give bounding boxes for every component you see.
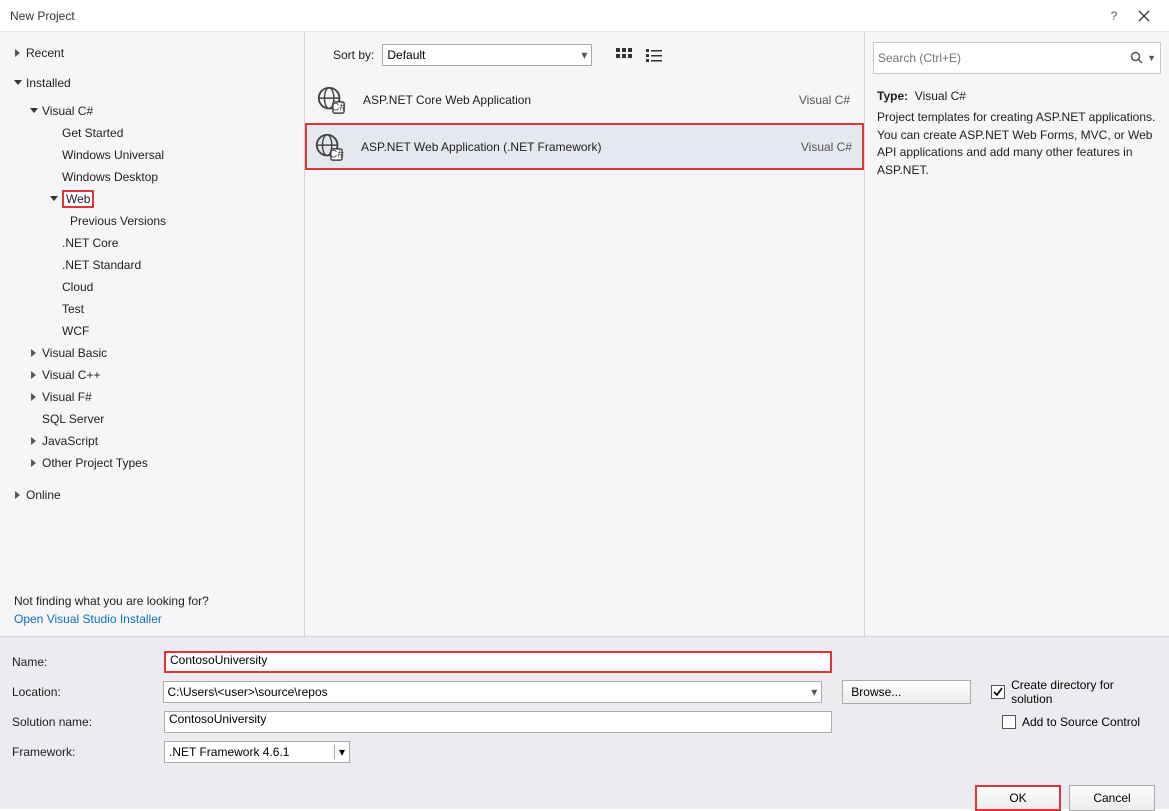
checkbox-unchecked-icon	[1002, 715, 1016, 729]
cancel-button[interactable]: Cancel	[1069, 785, 1155, 811]
tree-net-core[interactable]: .NET Core	[8, 232, 298, 254]
template-name: ASP.NET Web Application (.NET Framework)	[361, 140, 801, 154]
chevron-down-icon[interactable]: ▼	[1147, 53, 1156, 63]
template-lang: Visual C#	[799, 93, 850, 107]
tree-visual-cpp[interactable]: Visual C++	[8, 364, 298, 386]
chevron-right-icon	[28, 393, 40, 401]
tree-online[interactable]: Online	[8, 484, 298, 506]
sort-dropdown[interactable]: Default ▾	[382, 44, 592, 66]
location-label: Location:	[12, 685, 163, 699]
tree-get-started[interactable]: Get Started	[8, 122, 298, 144]
template-aspnet-framework[interactable]: C# ASP.NET Web Application (.NET Framewo…	[305, 123, 864, 170]
create-directory-label: Create directory for solution	[1011, 678, 1157, 706]
tree-previous-versions[interactable]: Previous Versions	[8, 210, 298, 232]
framework-dropdown[interactable]: .NET Framework 4.6.1 ▾	[164, 741, 350, 763]
globe-icon: C#	[315, 84, 347, 116]
tree-test[interactable]: Test	[8, 298, 298, 320]
name-input[interactable]: ContosoUniversity	[164, 651, 832, 673]
chevron-right-icon	[28, 437, 40, 445]
tree-net-standard[interactable]: .NET Standard	[8, 254, 298, 276]
tree-cloud[interactable]: Cloud	[8, 276, 298, 298]
close-icon	[1138, 10, 1150, 22]
tree-wcf[interactable]: WCF	[8, 320, 298, 342]
category-tree[interactable]: Recent Installed Visual C# Get Started W…	[8, 42, 298, 580]
chevron-right-icon	[12, 491, 24, 499]
tree-sql-server[interactable]: SQL Server	[8, 408, 298, 430]
tree-visual-basic[interactable]: Visual Basic	[8, 342, 298, 364]
tree-web[interactable]: Web	[8, 188, 298, 210]
tree-windows-desktop[interactable]: Windows Desktop	[8, 166, 298, 188]
chevron-down-icon	[12, 79, 24, 87]
tree-other-project-types[interactable]: Other Project Types	[8, 452, 298, 474]
tree-windows-universal[interactable]: Windows Universal	[8, 144, 298, 166]
chevron-right-icon	[28, 349, 40, 357]
template-name: ASP.NET Core Web Application	[363, 93, 799, 107]
tree-recent[interactable]: Recent	[8, 42, 298, 64]
not-finding-text: Not finding what you are looking for?	[14, 594, 292, 608]
add-source-control-label: Add to Source Control	[1022, 715, 1140, 729]
type-value: Visual C#	[915, 89, 966, 103]
template-description: Type: Visual C# Project templates for cr…	[865, 82, 1169, 185]
create-directory-checkbox[interactable]: Create directory for solution	[991, 678, 1157, 706]
ok-button[interactable]: OK	[975, 785, 1061, 811]
browse-button[interactable]: Browse...	[842, 680, 971, 704]
add-source-control-checkbox[interactable]: Add to Source Control	[1002, 715, 1140, 729]
globe-icon: C#	[313, 131, 345, 163]
chevron-down-icon[interactable]: ▾	[811, 685, 817, 699]
grid-icon	[616, 48, 632, 62]
chevron-down-icon	[28, 107, 40, 115]
solution-name-label: Solution name:	[12, 715, 164, 729]
view-medium-icons-button[interactable]	[612, 44, 636, 66]
template-aspnet-core[interactable]: C# ASP.NET Core Web Application Visual C…	[307, 76, 862, 123]
description-text: Project templates for creating ASP.NET a…	[877, 110, 1155, 176]
name-label: Name:	[12, 655, 164, 669]
search-input[interactable]	[878, 51, 1128, 65]
category-tree-pane: Recent Installed Visual C# Get Started W…	[0, 32, 305, 636]
chevron-down-icon[interactable]: ▾	[334, 745, 345, 759]
tree-javascript[interactable]: JavaScript	[8, 430, 298, 452]
checkbox-checked-icon	[991, 685, 1005, 699]
chevron-right-icon	[28, 459, 40, 467]
sort-by-label: Sort by:	[333, 48, 374, 62]
chevron-down-icon	[48, 195, 60, 203]
bottom-form: Name: ContosoUniversity Location: C:\Use…	[0, 637, 1169, 809]
location-input[interactable]: C:\Users\<user>\source\repos ▾	[163, 681, 823, 703]
list-icon	[646, 48, 662, 62]
help-button[interactable]: ?	[1099, 2, 1129, 30]
chevron-down-icon: ▾	[581, 48, 587, 62]
toolbar: Sort by: Default ▾	[305, 32, 864, 76]
tree-footer: Not finding what you are looking for? Op…	[8, 594, 298, 626]
svg-text:C#: C#	[331, 101, 346, 113]
main-area: Recent Installed Visual C# Get Started W…	[0, 32, 1169, 637]
framework-label: Framework:	[12, 745, 164, 759]
titlebar: New Project ?	[0, 0, 1169, 32]
tree-visual-csharp[interactable]: Visual C#	[8, 100, 298, 122]
solution-name-input[interactable]: ContosoUniversity	[164, 711, 832, 733]
search-box[interactable]: ▼	[873, 42, 1161, 74]
tree-visual-fsharp[interactable]: Visual F#	[8, 386, 298, 408]
template-lang: Visual C#	[801, 140, 852, 154]
type-label: Type:	[877, 89, 908, 103]
svg-text:C#: C#	[329, 148, 344, 160]
open-installer-link[interactable]: Open Visual Studio Installer	[14, 612, 292, 626]
search-icon[interactable]	[1128, 51, 1146, 65]
details-pane: ▼ Type: Visual C# Project templates for …	[864, 32, 1169, 636]
chevron-right-icon	[12, 49, 24, 57]
window-title: New Project	[10, 9, 75, 23]
close-button[interactable]	[1129, 2, 1159, 30]
sort-value: Default	[387, 48, 425, 62]
template-list-pane: Sort by: Default ▾ C# ASP.NET Core Web A…	[305, 32, 864, 636]
tree-installed[interactable]: Installed	[8, 72, 298, 94]
view-small-icons-button[interactable]	[642, 44, 666, 66]
chevron-right-icon	[28, 371, 40, 379]
